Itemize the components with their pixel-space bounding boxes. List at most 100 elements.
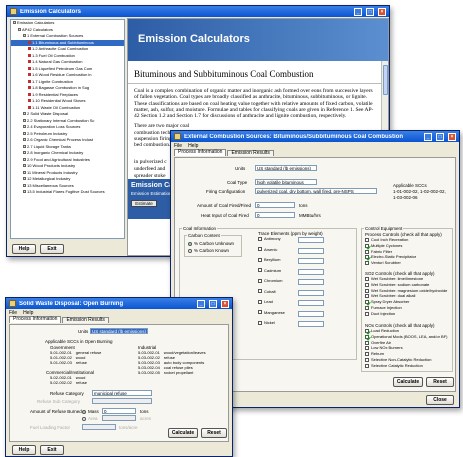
checkbox-icon[interactable]: [365, 305, 369, 310]
checkbox-icon[interactable]: [258, 278, 262, 283]
trace-element-input[interactable]: [298, 310, 324, 317]
radio-off-icon: [82, 416, 86, 421]
minimize-icon[interactable]: _: [197, 299, 205, 308]
close-icon[interactable]: ×: [448, 132, 456, 141]
fuel-input[interactable]: [82, 424, 116, 430]
checkbox-icon[interactable]: [365, 282, 369, 287]
trace-element-input[interactable]: [298, 247, 324, 254]
tab-process-information[interactable]: Process Information: [9, 316, 62, 323]
trace-element-input[interactable]: [298, 268, 324, 275]
folder-icon: [23, 144, 26, 148]
checkbox-icon[interactable]: [365, 294, 369, 299]
checkbox-icon[interactable]: [258, 247, 262, 252]
tree-item-label: 2.5 Petroleum Industry: [27, 130, 68, 136]
checkbox-icon[interactable]: [365, 288, 369, 293]
calculate-button[interactable]: Calculate: [393, 377, 423, 387]
tab-emission-results[interactable]: Emission Results: [227, 150, 274, 156]
reset-button[interactable]: Reset: [426, 377, 454, 387]
trace-element-input[interactable]: [298, 237, 324, 243]
area-radio[interactable]: Area: [82, 416, 98, 421]
menu-file[interactable]: File: [174, 143, 182, 149]
refuse-sub-select[interactable]: [92, 398, 152, 404]
checkbox-icon[interactable]: [365, 261, 369, 266]
checkbox-icon[interactable]: [258, 257, 262, 262]
close-icon[interactable]: ×: [378, 7, 386, 16]
checkbox-icon[interactable]: [365, 363, 369, 368]
trace-element-input[interactable]: [298, 321, 324, 327]
checkbox-icon[interactable]: [258, 289, 262, 294]
exit-button[interactable]: Exit: [40, 244, 64, 254]
menu-file[interactable]: File: [9, 310, 17, 316]
units-select[interactable]: US standard (lb emissions): [90, 328, 148, 334]
checkbox-icon[interactable]: [365, 346, 369, 351]
checkbox-icon[interactable]: [365, 311, 369, 316]
tab-emission-results[interactable]: Emission Results: [62, 317, 109, 323]
trace-element-input[interactable]: [298, 289, 324, 296]
scc-row: 5-03-002-05 rocket propellant: [138, 370, 228, 375]
control-checkbox-row[interactable]: Venturi Scrubber: [365, 260, 453, 266]
refuse-select[interactable]: municipal refuse: [92, 390, 152, 396]
firing-select[interactable]: pulverized coal, dry bottom, wall fired,…: [255, 188, 377, 194]
tree-item-label: 2.2 Stationary Internal Combustion Sc: [27, 117, 95, 123]
maximize-icon[interactable]: □: [436, 132, 444, 141]
refuse-label: Refuse Category: [50, 391, 84, 396]
checkbox-icon[interactable]: [365, 276, 369, 281]
control-label: Low NOx Burners: [371, 345, 403, 351]
checkbox-icon[interactable]: [365, 357, 369, 362]
help-button[interactable]: Help: [12, 244, 36, 254]
close-icon[interactable]: ×: [221, 299, 229, 308]
tab-process-information[interactable]: Process Information: [174, 149, 227, 156]
control-label: Reburn: [371, 351, 385, 357]
checkbox-icon[interactable]: [365, 243, 369, 248]
checkbox-icon[interactable]: [258, 320, 262, 325]
amount-input[interactable]: 0: [102, 408, 136, 414]
calculate-button[interactable]: Calculate: [168, 428, 198, 438]
checkbox-icon[interactable]: [365, 352, 369, 357]
folder-icon: [23, 112, 26, 116]
trace-element-row: Lead: [258, 299, 354, 310]
maximize-icon[interactable]: □: [209, 299, 217, 308]
trace-element-label: Beryllium: [264, 257, 281, 262]
folder-icon: [13, 21, 16, 25]
amount-input[interactable]: 0: [255, 202, 295, 208]
area-input[interactable]: [102, 415, 136, 421]
control-checkbox-row[interactable]: Duct Injection: [365, 311, 453, 317]
checkbox-icon[interactable]: [365, 328, 369, 333]
reset-button[interactable]: Reset: [201, 428, 227, 438]
minimize-icon[interactable]: _: [354, 7, 362, 16]
exit-button[interactable]: Exit: [40, 445, 64, 455]
menu-help[interactable]: Help: [23, 310, 33, 316]
maximize-icon[interactable]: □: [366, 7, 374, 16]
close-button[interactable]: Close: [426, 395, 454, 405]
checkbox-icon[interactable]: [365, 237, 369, 242]
coal-type-select[interactable]: high volatile bituminous: [255, 179, 317, 185]
mass-radio[interactable]: Mass: [82, 409, 99, 414]
heat-input[interactable]: 0: [255, 212, 295, 218]
trace-element-input[interactable]: [298, 279, 324, 285]
checkbox-icon[interactable]: [365, 334, 369, 339]
radio-on-icon: [82, 409, 86, 414]
scrollbar-thumb[interactable]: [383, 65, 388, 95]
checkbox-icon[interactable]: [258, 310, 262, 315]
checkbox-icon[interactable]: [365, 255, 369, 260]
calculator-icon: [28, 99, 31, 103]
carbon-unknown-radio[interactable]: % Carbon Unknown: [188, 241, 234, 246]
calculator-tree[interactable]: Emission Calculators AP42 Calculators 1 Ex…: [10, 19, 125, 239]
checkbox-icon[interactable]: [365, 300, 369, 305]
control-checkbox-row[interactable]: Selective Catalytic Reduction: [365, 363, 453, 369]
trace-element-input[interactable]: [298, 300, 324, 306]
checkbox-icon[interactable]: [258, 299, 262, 304]
minimize-icon[interactable]: _: [424, 132, 432, 141]
estimate-button[interactable]: Estimate: [131, 200, 157, 207]
folder-icon: [23, 157, 26, 161]
units-select[interactable]: US standard (lb emissions): [255, 165, 317, 171]
help-button[interactable]: Help: [12, 445, 36, 455]
checkbox-icon[interactable]: [258, 268, 262, 273]
checkbox-icon[interactable]: [365, 249, 369, 254]
carbon-known-radio[interactable]: % Carbon Known: [188, 248, 229, 253]
checkbox-icon[interactable]: [365, 340, 369, 345]
tree-item[interactable]: 13.5 Industrial Flares Fugitive Dust Sou…: [11, 189, 124, 196]
checkbox-icon[interactable]: [258, 236, 262, 241]
menu-help[interactable]: Help: [188, 143, 198, 149]
trace-element-input[interactable]: [298, 258, 324, 264]
